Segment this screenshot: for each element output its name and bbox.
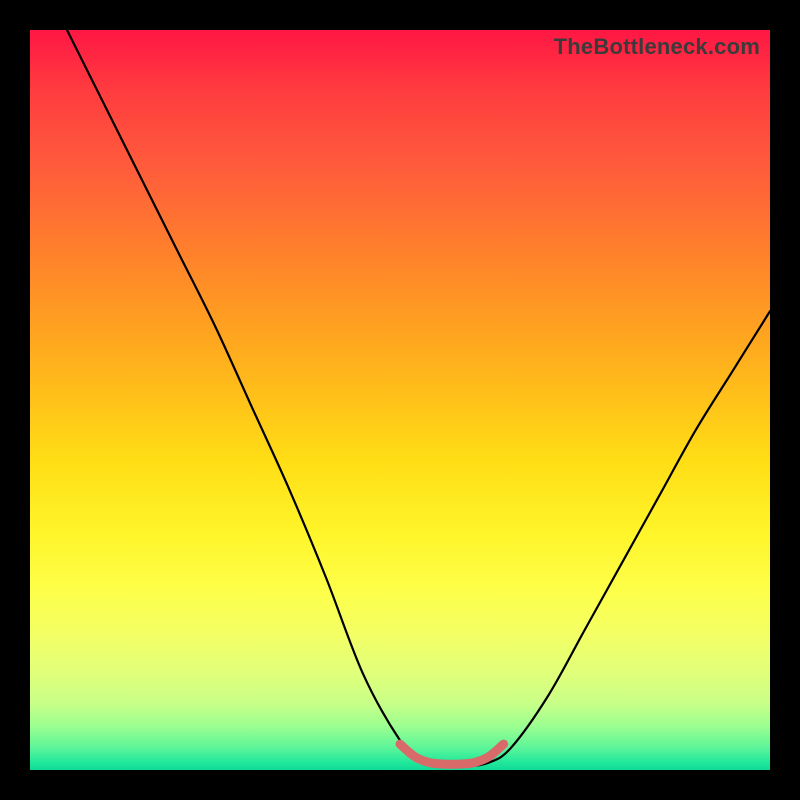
chart-frame: TheBottleneck.com — [0, 0, 800, 800]
bottleneck-curve-line — [67, 30, 770, 767]
plot-area: TheBottleneck.com — [30, 30, 770, 770]
curve-layer — [30, 30, 770, 770]
optimal-band-line — [400, 744, 504, 764]
